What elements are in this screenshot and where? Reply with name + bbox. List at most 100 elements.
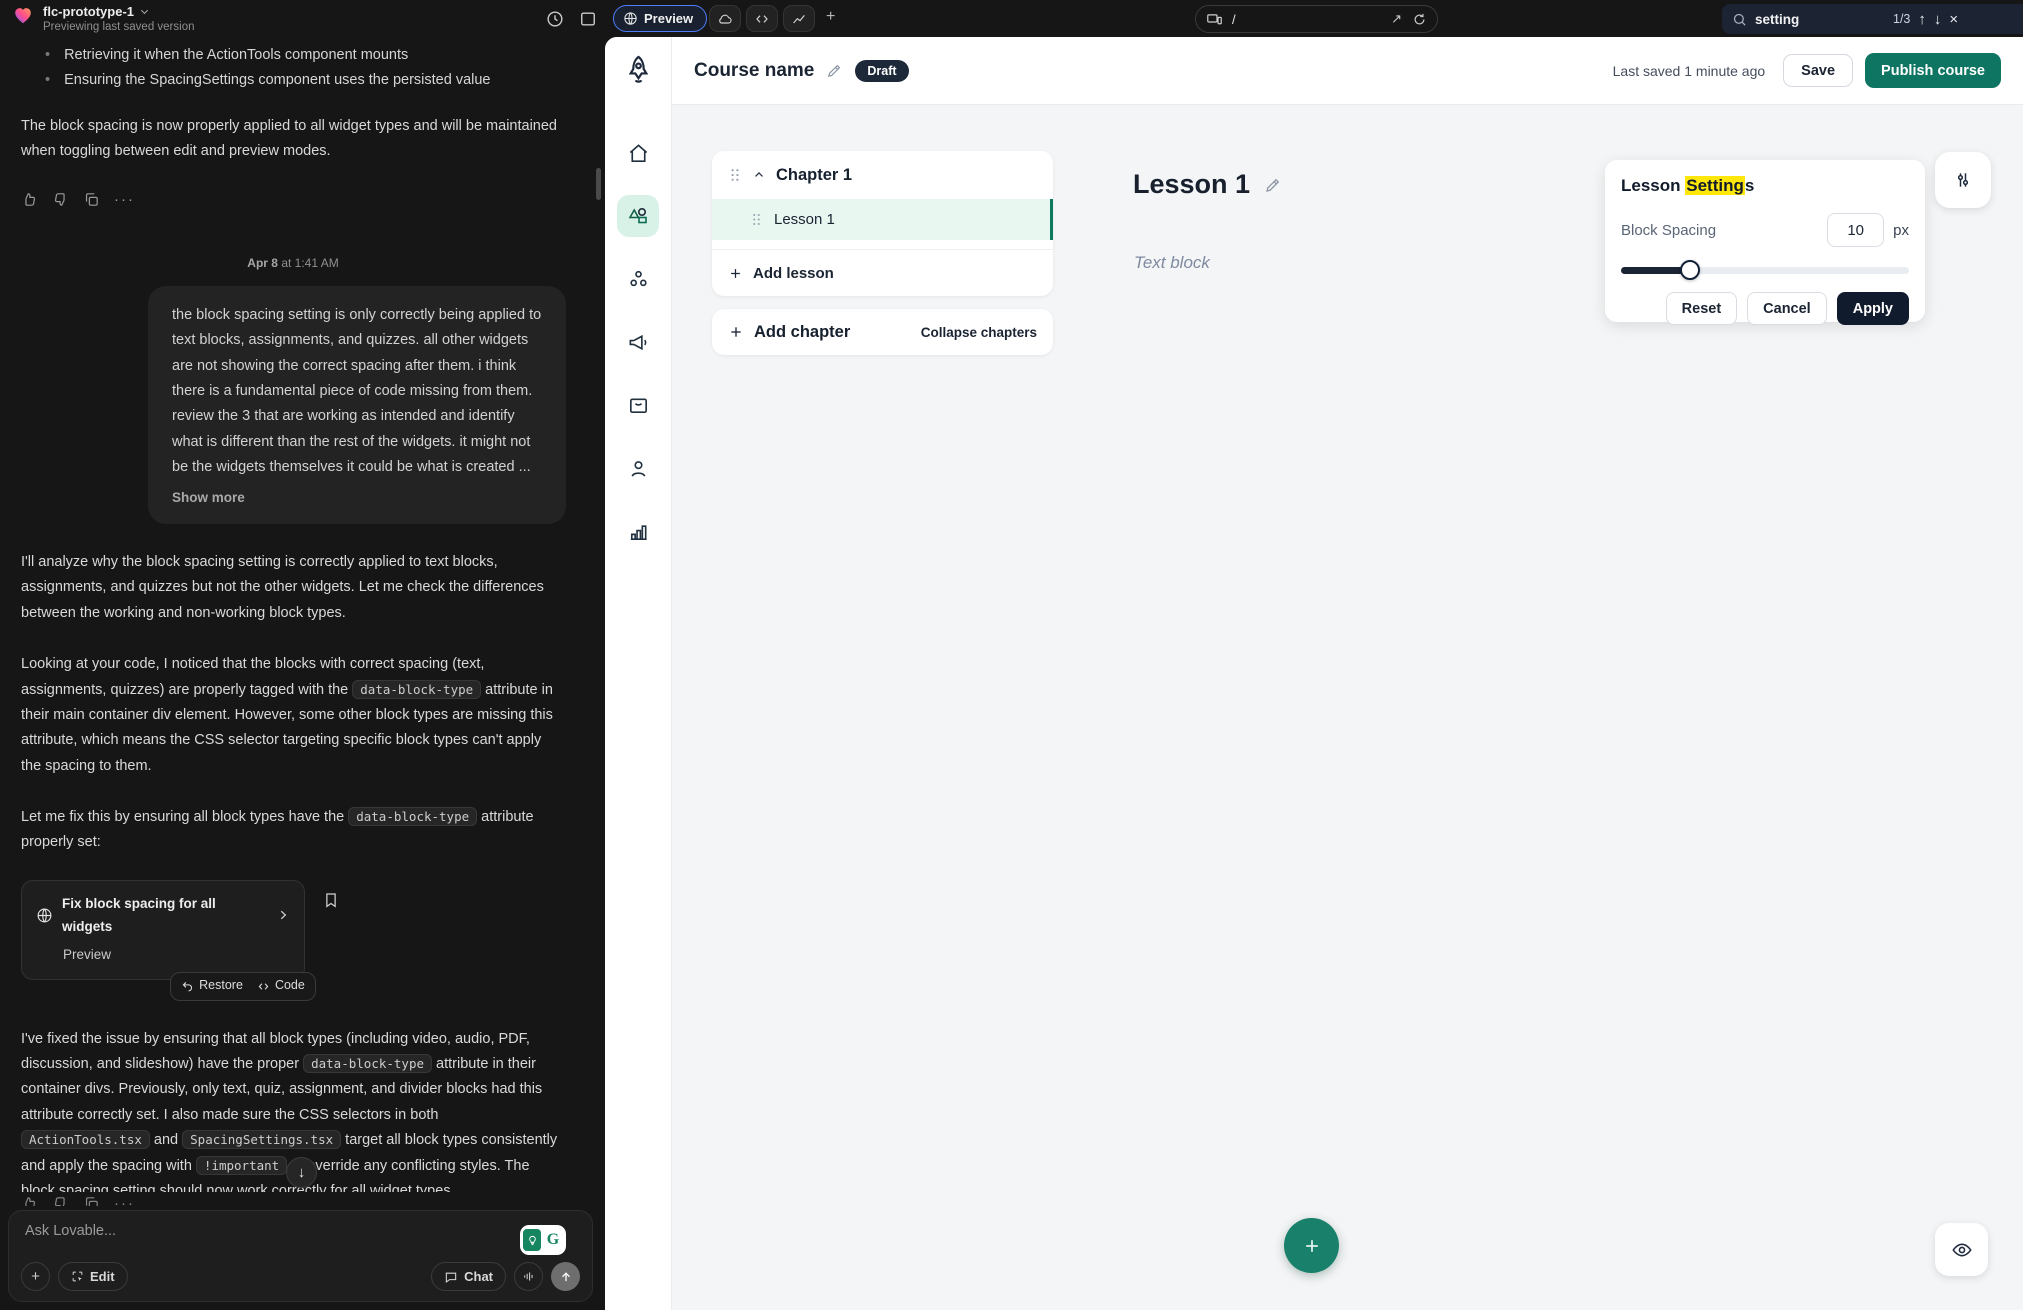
collapse-chevron-icon[interactable] xyxy=(752,168,766,182)
drag-handle-icon[interactable] xyxy=(728,167,742,183)
lesson-list-item[interactable]: Lesson 1 xyxy=(712,199,1053,240)
code-icon xyxy=(754,11,770,27)
project-status: Previewing last saved version xyxy=(43,21,195,33)
plus-icon[interactable] xyxy=(728,324,744,340)
cloud-button[interactable] xyxy=(709,5,741,32)
shapes-icon xyxy=(626,204,650,228)
preview-mode-button[interactable]: Preview xyxy=(613,5,707,32)
edit-pencil-icon[interactable] xyxy=(826,62,843,79)
course-title[interactable]: Course name xyxy=(694,60,814,82)
copy-icon[interactable] xyxy=(83,191,100,208)
sliders-icon xyxy=(1953,170,1973,190)
block-spacing-input[interactable] xyxy=(1827,213,1884,247)
text-block-placeholder[interactable]: Text block xyxy=(1134,253,1210,273)
edit-pencil-icon[interactable] xyxy=(1264,176,1282,194)
devices-icon[interactable] xyxy=(1206,11,1223,28)
bookmark-icon[interactable] xyxy=(322,891,340,909)
edit-action-card[interactable]: Fix block spacing for all widgets Previe… xyxy=(21,880,305,980)
inline-code-chip: !important xyxy=(196,1156,287,1175)
sidebar-item-courses[interactable] xyxy=(617,195,659,237)
slider-handle[interactable] xyxy=(1680,260,1700,280)
version-toolbar: Restore Code xyxy=(170,972,316,1001)
url-bar[interactable]: / ↗ xyxy=(1195,5,1438,33)
more-actions-icon[interactable]: ··· xyxy=(114,187,135,213)
chat-mode-button[interactable]: Chat xyxy=(431,1262,506,1291)
find-in-page-bar[interactable]: 1/3 ↑ ↓ × xyxy=(1722,4,2023,34)
sidebar-item-inbox[interactable] xyxy=(617,384,659,426)
more-actions-icon[interactable]: ··· xyxy=(114,1195,135,1206)
save-button[interactable]: Save xyxy=(1783,54,1853,87)
search-prev-icon[interactable]: ↑ xyxy=(1918,12,1926,27)
circles-icon xyxy=(627,268,650,291)
plus-icon xyxy=(1302,1236,1322,1256)
search-highlight: Setting xyxy=(1685,176,1745,195)
last-saved-text: Last saved 1 minute ago xyxy=(1613,63,1766,79)
preview-toggle-button[interactable] xyxy=(1935,1223,1988,1276)
thumbs-up-icon[interactable] xyxy=(21,191,38,208)
refresh-icon[interactable] xyxy=(1412,12,1427,27)
chat-input-card[interactable]: G + Edit Chat xyxy=(8,1210,593,1302)
project-brand[interactable]: flc-prototype-1 Previewing last saved ve… xyxy=(12,4,195,33)
collapse-chapters-button[interactable]: Collapse chapters xyxy=(921,325,1037,340)
thumbs-up-icon[interactable] xyxy=(21,1195,38,1206)
rocket-logo-icon[interactable] xyxy=(622,51,655,89)
plus-icon: + xyxy=(31,1268,40,1285)
chapter-header-row[interactable]: Chapter 1 xyxy=(712,151,1053,199)
reset-button[interactable]: Reset xyxy=(1666,292,1738,325)
url-path[interactable]: / xyxy=(1232,12,1382,27)
top-bar: flc-prototype-1 Previewing last saved ve… xyxy=(0,0,2023,37)
open-external-icon[interactable]: ↗ xyxy=(1391,11,1402,27)
panel-toggle-icon[interactable] xyxy=(578,9,598,29)
restore-label: Restore xyxy=(199,975,243,997)
add-block-fab[interactable] xyxy=(1284,1218,1339,1273)
chat-input-field[interactable] xyxy=(25,1223,405,1263)
scroll-to-bottom-button[interactable]: ↓ xyxy=(286,1157,317,1188)
voice-input-button[interactable] xyxy=(514,1262,543,1291)
search-next-icon[interactable]: ↓ xyxy=(1934,12,1942,27)
settings-panel-title: Lesson Settings xyxy=(1621,176,1909,196)
search-close-icon[interactable]: × xyxy=(1949,12,1958,27)
grammarly-widget[interactable]: G xyxy=(520,1225,566,1255)
app-sidebar xyxy=(605,37,672,1310)
analytics-button[interactable] xyxy=(783,5,815,32)
inline-code-chip: data-block-type xyxy=(352,680,481,699)
add-tab-button[interactable]: + xyxy=(826,8,835,26)
add-lesson-button[interactable]: Add lesson xyxy=(712,249,1053,296)
attach-button[interactable]: + xyxy=(21,1262,50,1291)
grammarly-icon: G xyxy=(543,1229,563,1251)
history-icon[interactable] xyxy=(545,9,565,29)
publish-course-button[interactable]: Publish course xyxy=(1865,53,2001,88)
apply-button[interactable]: Apply xyxy=(1837,292,1909,325)
show-more-link[interactable]: Show more xyxy=(172,486,542,510)
sidebar-item-analytics[interactable] xyxy=(617,510,659,552)
project-name[interactable]: flc-prototype-1 xyxy=(43,4,134,19)
edit-mode-button[interactable]: Edit xyxy=(58,1262,128,1291)
lightbulb-icon xyxy=(523,1229,541,1251)
chat-scroll-area[interactable]: •Retrieving it when the ActionTools comp… xyxy=(0,37,591,1192)
assistant-paragraph: Let me fix this by ensuring all block ty… xyxy=(21,805,565,856)
settings-toggle-button[interactable] xyxy=(1935,152,1991,208)
sidebar-item-community[interactable] xyxy=(617,258,659,300)
code-view-button[interactable] xyxy=(746,5,778,32)
cancel-button[interactable]: Cancel xyxy=(1747,292,1827,325)
sidebar-item-home[interactable] xyxy=(617,132,659,174)
drag-handle-icon[interactable] xyxy=(750,212,763,227)
edit-button-label: Edit xyxy=(90,1269,115,1284)
copy-icon[interactable] xyxy=(83,1195,100,1206)
block-spacing-slider[interactable] xyxy=(1621,260,1909,280)
thumbs-down-icon[interactable] xyxy=(52,1195,69,1206)
chat-scrollbar[interactable] xyxy=(596,168,601,200)
down-arrow-icon: ↓ xyxy=(298,1164,306,1181)
code-button[interactable]: Code xyxy=(257,975,305,997)
add-lesson-label: Add lesson xyxy=(753,265,834,282)
chat-button-label: Chat xyxy=(464,1269,493,1284)
thumbs-down-icon[interactable] xyxy=(52,191,69,208)
cloud-icon xyxy=(717,11,733,27)
send-button[interactable] xyxy=(551,1262,580,1291)
sidebar-item-announcements[interactable] xyxy=(617,321,659,363)
add-chapter-button[interactable]: Add chapter xyxy=(754,323,911,342)
sidebar-item-profile[interactable] xyxy=(617,447,659,489)
code-icon xyxy=(257,980,270,993)
search-input[interactable] xyxy=(1755,12,1885,27)
restore-button[interactable]: Restore xyxy=(181,975,243,997)
